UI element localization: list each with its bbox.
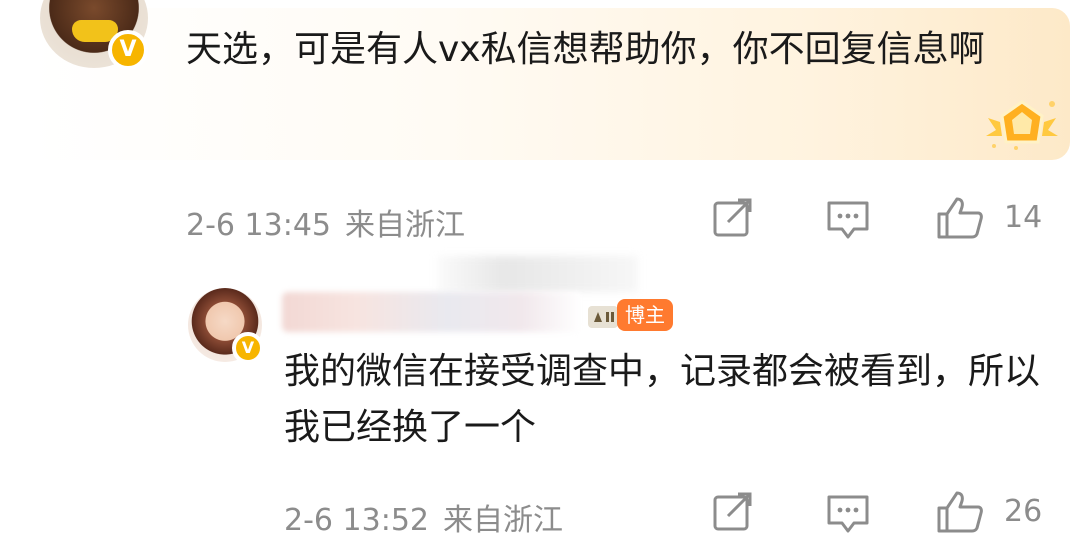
level-badge [588, 306, 618, 328]
reply-text: 我的微信在接受调查中，记录都会被看到，所以我已经换了一个 [284, 351, 1041, 448]
comment-text: 天选，可是有人vx私信想帮助你，你不回复信息啊 [186, 29, 985, 70]
share-button[interactable] [712, 198, 754, 238]
comment-meta: 2-6 13:45 来自浙江 [186, 200, 465, 244]
comment-button[interactable] [826, 494, 870, 534]
verified-badge: V [108, 30, 148, 70]
verified-badge: V [232, 332, 264, 364]
reply-location: 来自浙江 [443, 503, 563, 538]
comment-button[interactable] [826, 200, 870, 240]
share-icon [713, 492, 752, 531]
comment-time: 2-6 13:45 [186, 208, 331, 243]
comment-icon [827, 201, 869, 239]
comment-icon [827, 495, 869, 533]
share-icon [713, 198, 752, 237]
thumbs-up-icon [937, 197, 983, 239]
blurred-name-overlay [438, 256, 638, 292]
reply-author-name-blurred[interactable] [282, 292, 582, 332]
level-icon [594, 312, 614, 322]
thumbs-up-icon [937, 491, 983, 533]
like-button[interactable] [936, 196, 984, 240]
blogger-badge: 博主 [617, 299, 673, 331]
reply-time: 2-6 13:52 [284, 503, 429, 538]
medal-icon [986, 100, 1058, 150]
comment-location: 来自浙江 [345, 208, 465, 243]
like-button[interactable] [936, 490, 984, 534]
like-count: 14 [1004, 200, 1043, 235]
reply-meta: 2-6 13:52 来自浙江 [284, 495, 563, 539]
share-button[interactable] [712, 492, 754, 532]
like-count: 26 [1004, 494, 1043, 529]
